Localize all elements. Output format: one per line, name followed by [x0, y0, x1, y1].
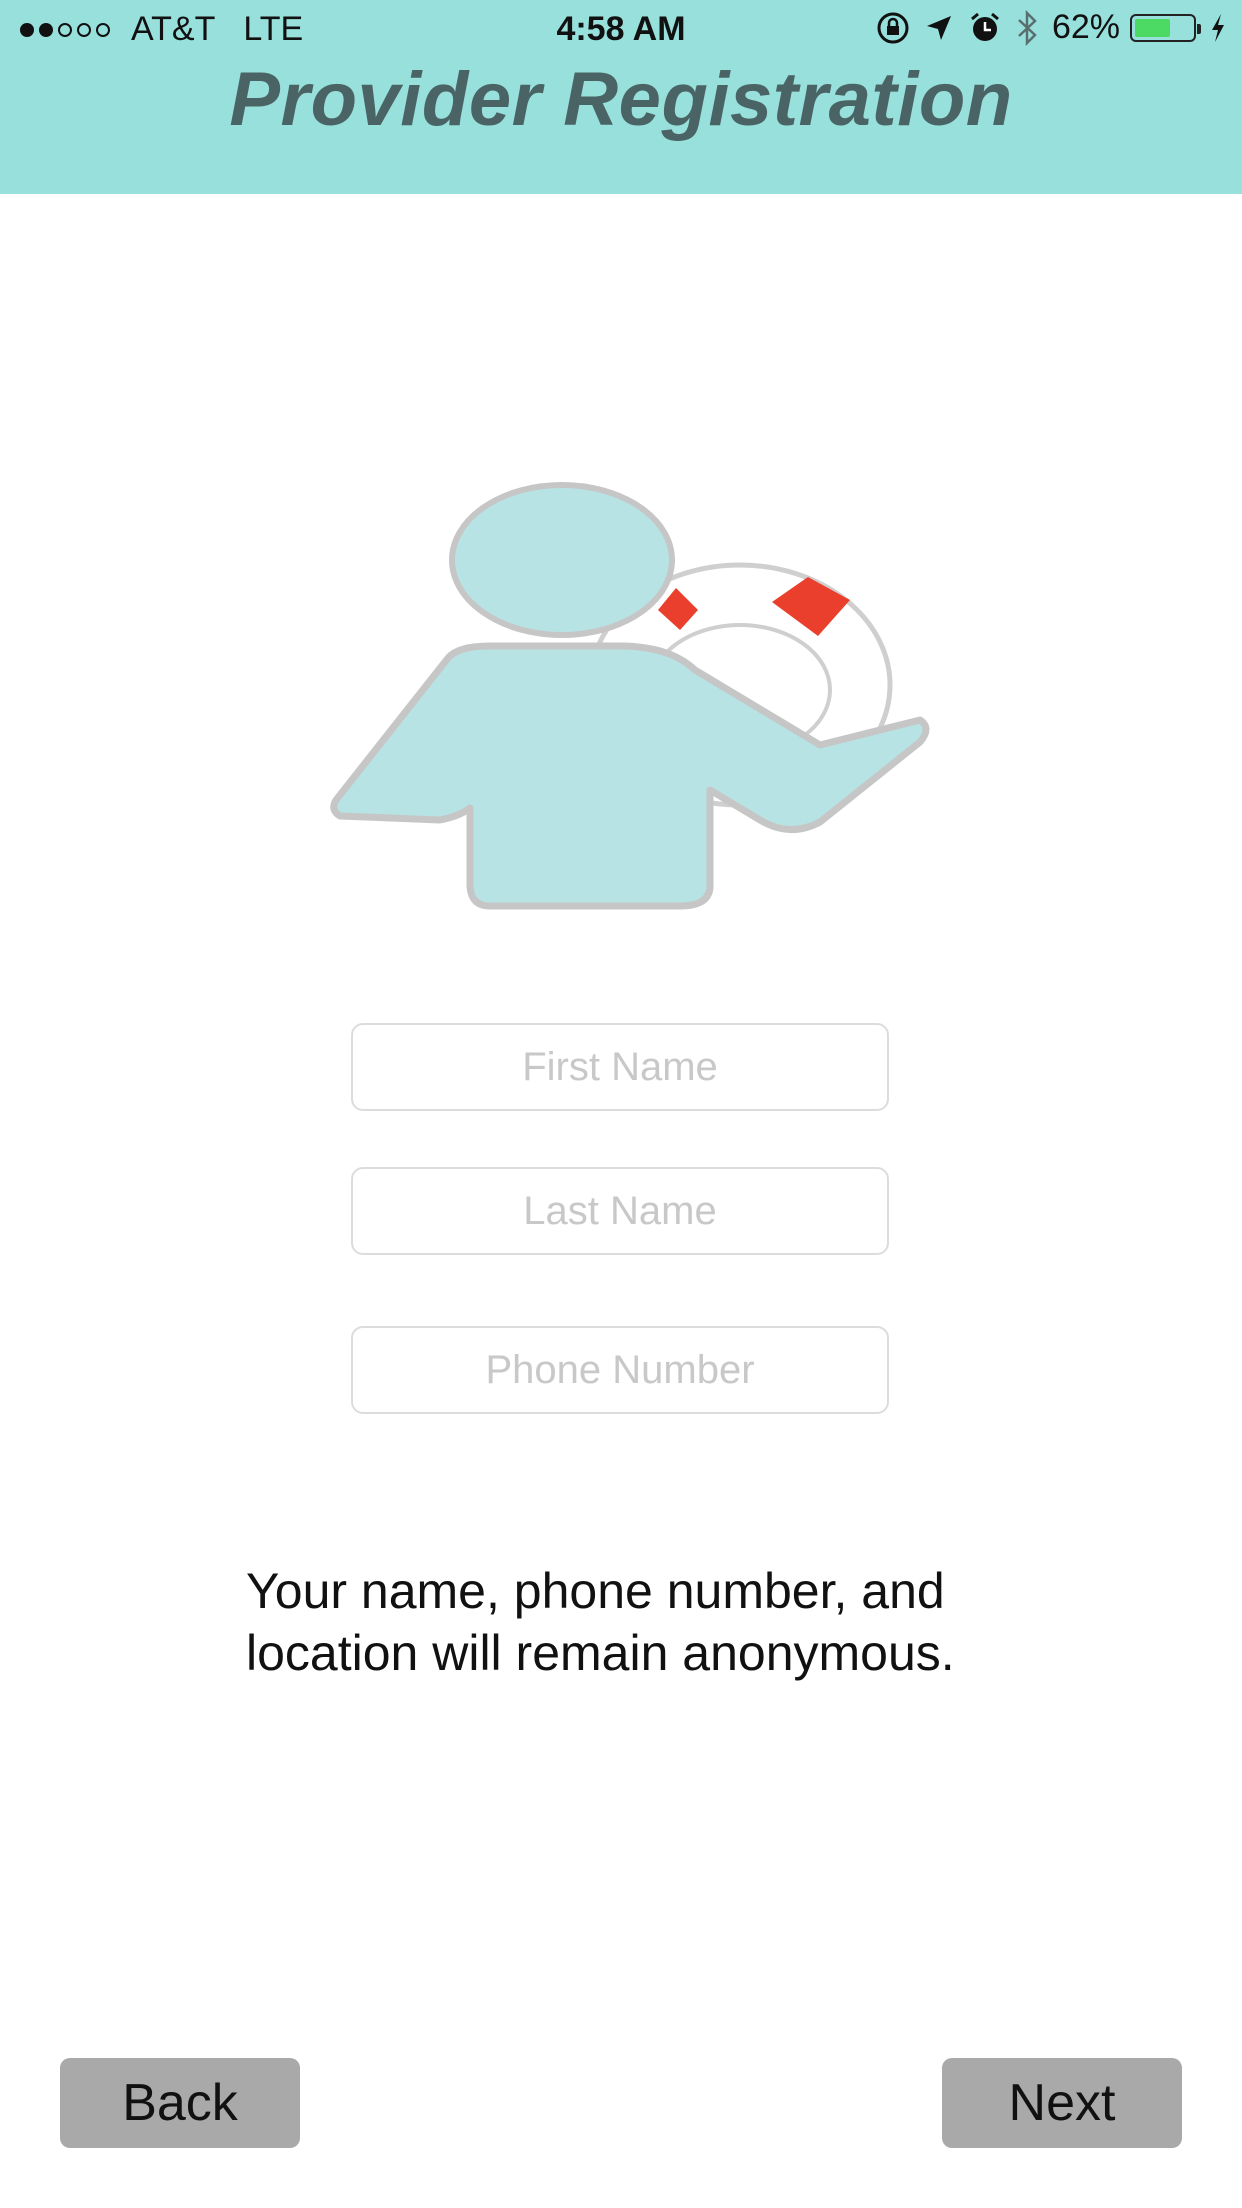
anonymity-notice: Your name, phone number, and location wi… [246, 1563, 955, 1681]
next-button[interactable]: Next [942, 2058, 1182, 2148]
alarm-icon [968, 11, 1002, 45]
last-name-input[interactable] [351, 1167, 889, 1255]
back-button[interactable]: Back [60, 2058, 300, 2148]
battery-percent: 62% [1051, 8, 1120, 46]
provider-lifebuoy-icon [320, 470, 940, 930]
phone-number-input[interactable] [351, 1326, 889, 1414]
status-right: 62% [862, 8, 1226, 47]
page-title: Provider Registration [229, 57, 1013, 142]
battery-level [1135, 18, 1170, 37]
network-type: LTE [243, 10, 304, 48]
status-bar: AT&T LTE 4:58 AM 62% [0, 0, 1242, 60]
first-name-input[interactable] [351, 1023, 889, 1111]
header-bar: AT&T LTE 4:58 AM 62% Provider Registrati… [0, 0, 1242, 194]
bluetooth-icon [1016, 9, 1038, 46]
carrier-name: AT&T [131, 10, 216, 48]
signal-strength-icon [20, 22, 115, 37]
charging-icon [1210, 13, 1226, 43]
location-arrow-icon [924, 13, 954, 43]
battery-icon [1130, 13, 1201, 42]
status-left: AT&T LTE [20, 10, 303, 49]
rotation-lock-icon [876, 11, 910, 45]
